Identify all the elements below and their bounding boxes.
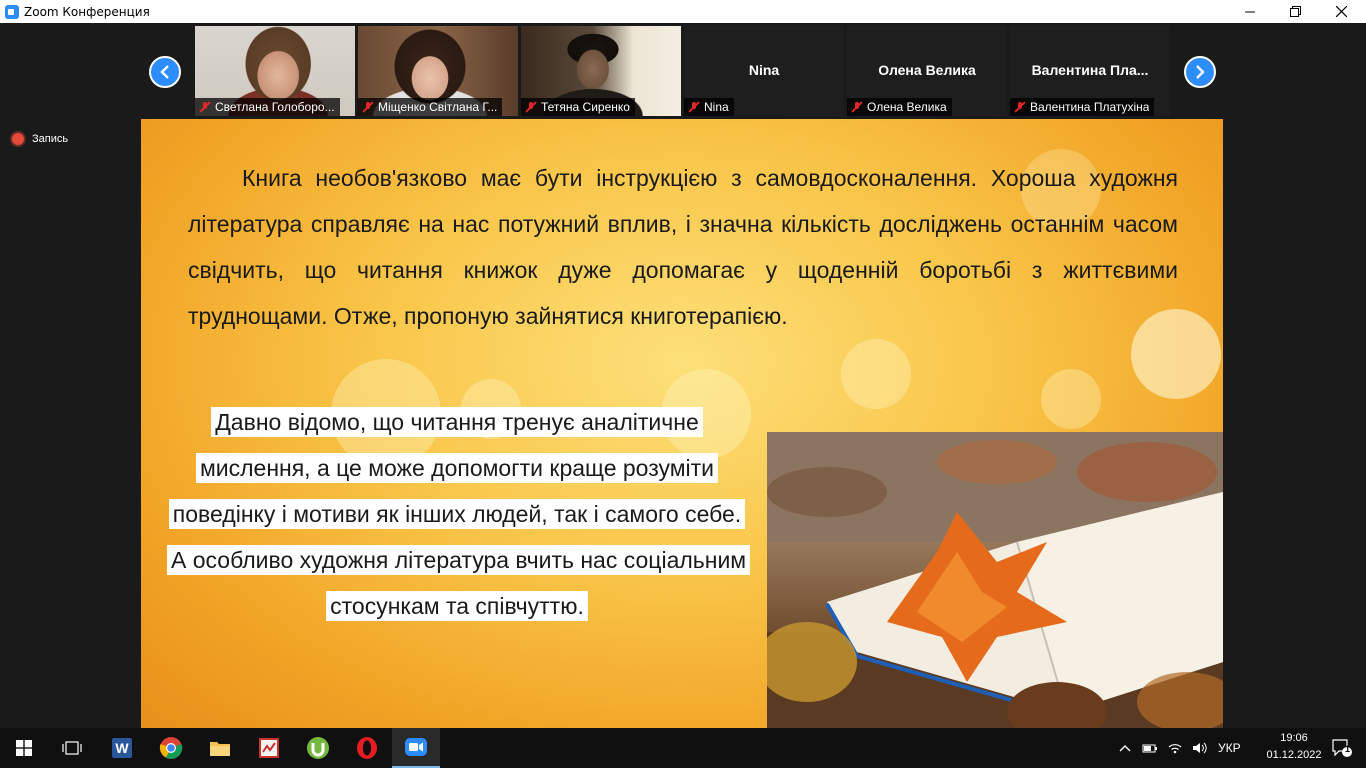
zoom-app-icon xyxy=(5,4,19,19)
gallery-next-button[interactable] xyxy=(1184,56,1216,88)
taskbar-presentation-app[interactable] xyxy=(245,728,293,768)
task-view-button[interactable] xyxy=(48,728,96,768)
action-center-button[interactable]: 1 xyxy=(1318,728,1366,768)
chevron-up-icon[interactable] xyxy=(1118,743,1132,753)
participant-tile[interactable]: Тетяна Сиренко xyxy=(521,26,681,116)
microphone-muted-icon xyxy=(851,101,863,113)
slide-paragraph-1: Книга необов'язково має бути інструкцією… xyxy=(188,165,1178,329)
participant-label: Nina xyxy=(684,98,734,116)
microphone-muted-icon xyxy=(525,101,537,113)
slide-paragraph-2: Давно відомо, що читання тренує аналітич… xyxy=(167,407,751,621)
system-tray: УКР xyxy=(1118,728,1241,768)
shared-screen-slide: Книга необов'язково має бути інструкцією… xyxy=(141,119,1223,728)
participant-label: Міщенко Світлана Г... xyxy=(358,98,503,116)
clock-date: 01.12.2022 xyxy=(1266,749,1322,761)
zoom-icon xyxy=(405,738,427,756)
notification-count: 1 xyxy=(1345,744,1351,754)
microphone-muted-icon xyxy=(199,101,211,113)
record-icon xyxy=(12,133,24,145)
participant-label: Валентина Платухіна xyxy=(1010,98,1155,116)
window-titlebar: Zoom Конференция xyxy=(0,0,1366,23)
taskbar-utorrent[interactable] xyxy=(294,728,342,768)
start-button[interactable] xyxy=(0,728,48,768)
microphone-muted-icon xyxy=(362,101,374,113)
folder-icon xyxy=(210,742,230,756)
participant-tile[interactable]: Валентина Пла... Валентина Платухіна xyxy=(1010,26,1170,116)
chevron-left-icon xyxy=(160,65,169,79)
bokeh-decoration xyxy=(1041,369,1101,429)
participant-tile[interactable]: Nina Nina xyxy=(684,26,844,116)
word-icon: W xyxy=(112,738,132,758)
gallery-prev-button[interactable] xyxy=(149,56,181,88)
opera-icon xyxy=(357,737,377,759)
windows-taskbar: W УКР 19:06 01.12.2022 1 xyxy=(0,728,1366,768)
participant-tile[interactable]: Светлана Голоборо... xyxy=(195,26,355,116)
participant-name: Nina xyxy=(748,62,780,78)
battery-icon[interactable] xyxy=(1142,742,1158,754)
presentation-app-icon xyxy=(259,738,279,758)
utorrent-icon xyxy=(307,737,329,759)
meeting-stage: Светлана Голоборо... Міщенко Світлана Г.… xyxy=(0,23,1366,728)
recording-indicator[interactable]: Запись xyxy=(12,133,68,145)
book-autumn-leaf-image xyxy=(767,432,1223,728)
slide-paragraph-2-block: Давно відомо, що читання тренує аналітич… xyxy=(167,399,751,629)
taskbar-clock[interactable]: 19:06 01.12.2022 xyxy=(1262,730,1326,764)
minimize-button[interactable] xyxy=(1227,0,1273,23)
participant-label: Светлана Голоборо... xyxy=(195,98,340,116)
participant-tile[interactable]: Олена Велика Олена Велика xyxy=(847,26,1007,116)
bokeh-decoration xyxy=(841,339,911,409)
clock-time: 19:06 xyxy=(1280,732,1308,744)
chevron-right-icon xyxy=(1196,65,1205,79)
taskbar-chrome[interactable] xyxy=(147,728,195,768)
microphone-muted-icon xyxy=(1014,101,1026,113)
taskbar-file-explorer[interactable] xyxy=(196,728,244,768)
restore-icon xyxy=(1289,6,1301,17)
restore-button[interactable] xyxy=(1272,0,1318,23)
close-icon xyxy=(1335,6,1347,17)
participant-label: Тетяна Сиренко xyxy=(521,98,635,116)
wifi-icon[interactable] xyxy=(1168,742,1182,754)
svg-text:W: W xyxy=(115,740,129,756)
task-view-icon xyxy=(62,741,82,755)
chrome-icon xyxy=(159,737,183,759)
minimize-icon xyxy=(1245,11,1255,12)
taskbar-word[interactable]: W xyxy=(98,728,146,768)
participant-name: Олена Велика xyxy=(878,62,976,78)
recording-label: Запись xyxy=(32,133,69,145)
close-button[interactable] xyxy=(1318,0,1364,23)
participant-tile[interactable]: Міщенко Світлана Г... xyxy=(358,26,518,116)
window-title: Zoom Конференция xyxy=(24,4,150,19)
windows-logo-icon xyxy=(16,740,32,756)
taskbar-zoom[interactable] xyxy=(392,728,440,768)
participant-label: Олена Велика xyxy=(847,98,952,116)
participant-name: Валентина Пла... xyxy=(1031,62,1149,78)
taskbar-opera[interactable] xyxy=(343,728,391,768)
input-language[interactable]: УКР xyxy=(1218,741,1241,755)
microphone-muted-icon xyxy=(688,101,700,113)
volume-icon[interactable] xyxy=(1192,742,1208,754)
